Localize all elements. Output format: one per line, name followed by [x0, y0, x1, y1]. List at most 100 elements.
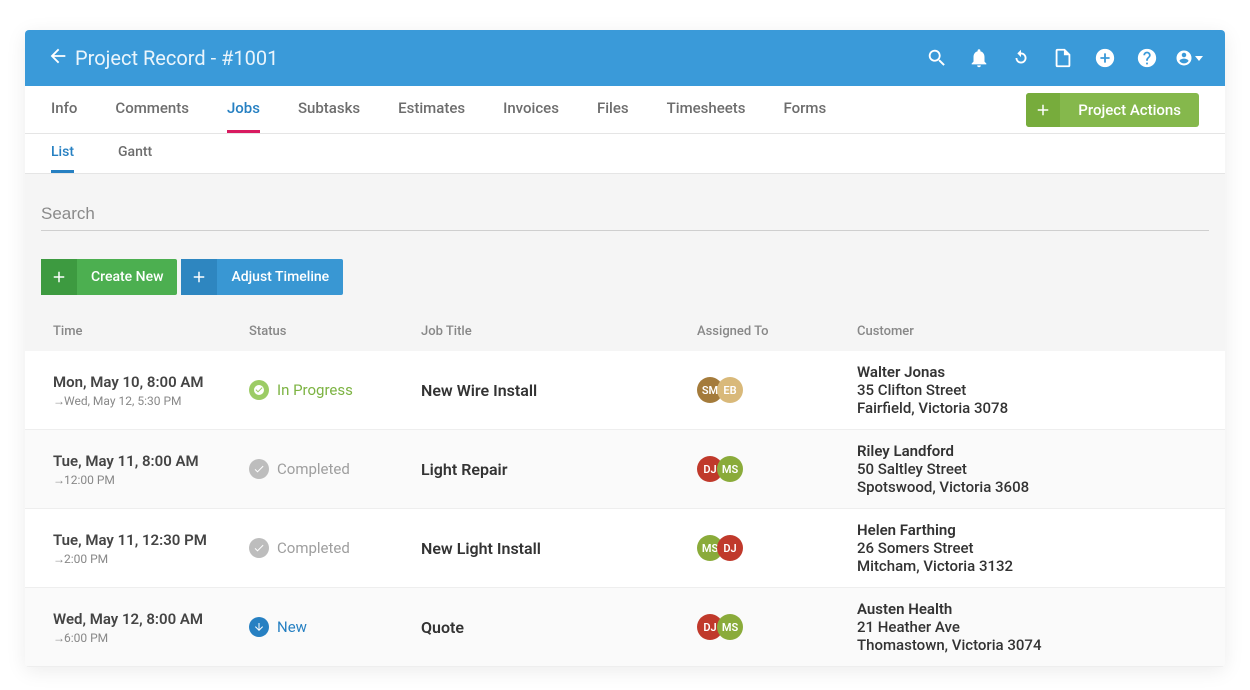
time-end: →Wed, May 12, 5:30 PM	[53, 394, 249, 408]
cell-customer: Austen Health 21 Heather Ave Thomastown,…	[857, 600, 1197, 654]
search-row	[31, 184, 1219, 237]
tab-estimates[interactable]: Estimates	[398, 86, 465, 133]
plus-icon	[41, 259, 77, 295]
tab-jobs[interactable]: Jobs	[227, 86, 260, 133]
subtab-list[interactable]: List	[51, 134, 74, 173]
time-start: Wed, May 12, 8:00 AM	[53, 610, 249, 628]
customer-address-line2: Mitcham, Victoria 3132	[857, 557, 1197, 575]
tab-timesheets[interactable]: Timesheets	[667, 86, 746, 133]
col-header-time: Time	[53, 324, 249, 339]
avatar: MS	[717, 456, 743, 482]
status-label: New	[277, 618, 307, 636]
customer-name: Riley Landford	[857, 442, 1197, 460]
avatar: EB	[717, 377, 743, 403]
status-icon	[249, 617, 269, 637]
tab-subtasks[interactable]: Subtasks	[298, 86, 360, 133]
customer-address-line1: 26 Somers Street	[857, 539, 1197, 557]
table-row[interactable]: Tue, May 11, 12:30 PM →2:00 PM Completed…	[25, 509, 1225, 588]
cell-time: Wed, May 12, 8:00 AM →6:00 PM	[53, 610, 249, 645]
customer-name: Helen Farthing	[857, 521, 1197, 539]
app-shell: Project Record - #1001 Info Comments Jobs S…	[25, 30, 1225, 667]
time-start: Tue, May 11, 8:00 AM	[53, 452, 249, 470]
time-start: Tue, May 11, 12:30 PM	[53, 531, 249, 549]
app-header: Project Record - #1001	[25, 30, 1225, 86]
content-area: Create New Adjust Timeline Time Status J…	[25, 174, 1225, 667]
cell-assigned: DJMS	[697, 614, 857, 640]
cell-status: Completed	[249, 459, 421, 479]
cell-assigned: SMEB	[697, 377, 857, 403]
tab-info[interactable]: Info	[51, 86, 77, 133]
tab-invoices[interactable]: Invoices	[503, 86, 559, 133]
customer-name: Walter Jonas	[857, 363, 1197, 381]
customer-name: Austen Health	[857, 600, 1197, 618]
jobs-table: Time Status Job Title Assigned To Custom…	[25, 311, 1225, 667]
cell-time: Mon, May 10, 8:00 AM →Wed, May 12, 5:30 …	[53, 373, 249, 408]
status-icon	[249, 380, 269, 400]
create-new-button[interactable]: Create New	[41, 259, 177, 295]
customer-address-line2: Thomastown, Victoria 3074	[857, 636, 1197, 654]
back-arrow-icon[interactable]	[47, 45, 75, 71]
sub-tabbar: List Gantt	[25, 134, 1225, 174]
customer-address-line1: 21 Heather Ave	[857, 618, 1197, 636]
cell-customer: Walter Jonas 35 Clifton Street Fairfield…	[857, 363, 1197, 417]
plus-icon	[1026, 93, 1060, 127]
cell-status: Completed	[249, 538, 421, 558]
status-icon	[249, 459, 269, 479]
col-header-jobtitle: Job Title	[421, 324, 697, 339]
col-header-assigned: Assigned To	[697, 324, 857, 339]
cell-jobtitle: Light Repair	[421, 460, 697, 479]
bell-icon[interactable]	[965, 44, 993, 72]
main-tabbar: Info Comments Jobs Subtasks Estimates Invoice…	[25, 86, 1225, 134]
customer-address-line1: 35 Clifton Street	[857, 381, 1197, 399]
cell-customer: Riley Landford 50 Saltley Street Spotswo…	[857, 442, 1197, 496]
action-buttons-row: Create New Adjust Timeline	[31, 237, 1219, 311]
tab-files[interactable]: Files	[597, 86, 629, 133]
cell-time: Tue, May 11, 8:00 AM →12:00 PM	[53, 452, 249, 487]
subtab-gantt[interactable]: Gantt	[118, 134, 152, 173]
customer-address-line2: Fairfield, Victoria 3078	[857, 399, 1197, 417]
add-circle-icon[interactable]	[1091, 44, 1119, 72]
cell-time: Tue, May 11, 12:30 PM →2:00 PM	[53, 531, 249, 566]
table-row[interactable]: Mon, May 10, 8:00 AM →Wed, May 12, 5:30 …	[25, 351, 1225, 430]
cell-assigned: DJMS	[697, 456, 857, 482]
tab-forms[interactable]: Forms	[784, 86, 827, 133]
job-title: New Light Install	[421, 539, 541, 558]
col-header-customer: Customer	[857, 324, 1197, 339]
customer-address-line1: 50 Saltley Street	[857, 460, 1197, 478]
help-icon[interactable]	[1133, 44, 1161, 72]
customer-address-line2: Spotswood, Victoria 3608	[857, 478, 1197, 496]
avatar: MS	[717, 614, 743, 640]
cell-jobtitle: Quote	[421, 618, 697, 637]
document-icon[interactable]	[1049, 44, 1077, 72]
cell-jobtitle: New Light Install	[421, 539, 697, 558]
job-title: Quote	[421, 618, 464, 637]
adjust-timeline-button[interactable]: Adjust Timeline	[181, 259, 343, 295]
search-icon[interactable]	[923, 44, 951, 72]
avatar: DJ	[717, 535, 743, 561]
cell-status: New	[249, 617, 421, 637]
status-label: Completed	[277, 460, 350, 478]
table-row[interactable]: Wed, May 12, 8:00 AM →6:00 PM New Quote …	[25, 588, 1225, 667]
tab-comments[interactable]: Comments	[115, 86, 189, 133]
time-start: Mon, May 10, 8:00 AM	[53, 373, 249, 391]
table-header-row: Time Status Job Title Assigned To Custom…	[25, 311, 1225, 351]
job-title: New Wire Install	[421, 381, 537, 400]
time-end: →2:00 PM	[53, 552, 249, 566]
refresh-icon[interactable]	[1007, 44, 1035, 72]
job-title: Light Repair	[421, 460, 507, 479]
project-actions-button[interactable]: Project Actions	[1026, 93, 1199, 127]
plus-icon	[181, 259, 217, 295]
time-end: →12:00 PM	[53, 473, 249, 487]
table-row[interactable]: Tue, May 11, 8:00 AM →12:00 PM Completed…	[25, 430, 1225, 509]
page-title: Project Record - #1001	[75, 46, 278, 70]
status-label: In Progress	[277, 381, 353, 399]
cell-jobtitle: New Wire Install	[421, 381, 697, 400]
col-header-status: Status	[249, 324, 421, 339]
search-input[interactable]	[41, 198, 1209, 231]
cell-customer: Helen Farthing 26 Somers Street Mitcham,…	[857, 521, 1197, 575]
account-icon[interactable]	[1175, 44, 1203, 72]
status-label: Completed	[277, 539, 350, 557]
cell-status: In Progress	[249, 380, 421, 400]
status-icon	[249, 538, 269, 558]
time-end: →6:00 PM	[53, 631, 249, 645]
